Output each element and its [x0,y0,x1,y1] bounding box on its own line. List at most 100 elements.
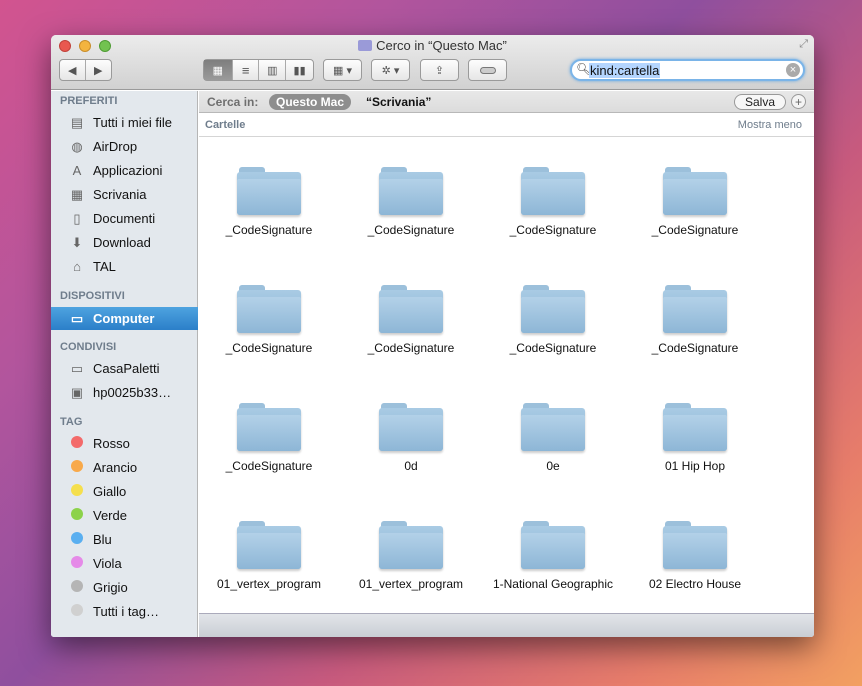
folder-item[interactable]: _CodeSignature [204,167,334,238]
folder-item[interactable]: 0d [346,403,476,474]
sidebar-item-label: Tutti i miei file [93,115,172,130]
forward-button[interactable]: ▶ [86,60,111,80]
sidebar-heading: CONDIVISI [60,341,117,353]
scope-label: Cerca in: [207,95,259,109]
folder-name: _CodeSignature [225,223,313,237]
scope-desktop[interactable]: “Scrivania” [366,95,431,109]
sidebar-item-label: CasaPaletti [93,361,160,376]
monitor-icon: ▣ [70,384,84,400]
sidebar-item[interactable]: ◍ AirDrop [51,135,198,158]
folder-item[interactable]: _CodeSignature [488,285,618,356]
folder-item[interactable]: 0e [488,403,618,474]
sidebar-item-label: Scrivania [93,187,147,202]
sidebar-item-label: Download [93,235,151,250]
search-input[interactable]: kind:cartella [589,63,661,78]
tag-color-icon [69,532,85,547]
sidebar-item[interactable]: Tutti i tag… [51,600,198,623]
sidebar-item[interactable]: Viola [51,552,198,575]
folder-icon [237,285,301,335]
icon-view-icon[interactable]: ▦ [204,60,233,80]
folder-item[interactable]: _CodeSignature [630,285,760,356]
sidebar-item-label: AirDrop [93,139,138,154]
folder-item[interactable]: _CodeSignature [204,285,334,356]
sidebar-item-label: Computer [93,311,155,326]
sidebar-item[interactable]: ▯ Documenti [51,207,198,230]
folder-icon [237,167,301,217]
folder-item[interactable]: _CodeSignature [630,167,760,238]
back-button[interactable]: ◀ [60,60,86,80]
tag-button[interactable] [468,59,507,81]
status-bar [199,613,814,637]
save-search-button[interactable]: Salva [733,94,786,110]
folder-icon [663,521,727,571]
folder-item[interactable]: 1-National Geographic [488,521,618,592]
column-view-icon[interactable]: ▥ [259,60,287,80]
scope-this-mac[interactable]: Questo Mac [269,94,352,110]
clear-search-icon[interactable]: × [786,63,800,77]
list-view-icon[interactable]: ≡ [233,60,260,80]
sidebar-item[interactable]: Blu [51,528,198,551]
folder-name: 0e [546,459,560,473]
fullscreen-icon[interactable]: ⤢ [799,38,808,51]
sidebar-item[interactable]: Grigio [51,576,198,599]
sidebar-item-label: Arancio [93,460,138,475]
tag-color-icon [69,580,85,595]
sidebar-item[interactable]: ▤ Tutti i miei file [51,111,198,134]
folder-icon [521,403,585,453]
show-less-link[interactable]: Mostra meno [738,119,802,131]
folder-name: 01_vertex_program [358,577,464,591]
sidebar-item[interactable]: ⌂ TAL [51,255,198,278]
sidebar-item[interactable]: Rosso [51,432,198,455]
sidebar-item[interactable]: ▦ Scrivania [51,183,198,206]
folder-item[interactable]: 01_vertex_program [346,521,476,592]
folder-icon [237,521,301,571]
search-field[interactable]: 🔍︎ kind:cartella × [570,59,805,81]
sidebar-heading: TAG [60,416,83,428]
sidebar-item[interactable]: ▣ hp0025b33… [51,381,198,404]
action-button[interactable]: ✲ ▾ [371,59,410,81]
folder-icon [663,285,727,335]
laptop-icon: ▭ [70,310,84,326]
folder-name: _CodeSignature [225,341,313,355]
folder-item[interactable]: _CodeSignature [346,285,476,356]
tag-color-icon [69,484,85,499]
tag-color-icon [69,604,85,619]
finder-window: Cerco in “Questo Mac” ⤢ ◀ ▶ ▦ ≡ ▥ ▮▮ ▦ ▾… [51,35,814,637]
sidebar-item-label: Rosso [93,436,130,451]
sidebar-item-label: Blu [93,532,112,547]
arrange-icon: ▦ ▾ [333,64,352,77]
sidebar-item[interactable]: Giallo [51,480,198,503]
sidebar-item[interactable]: Arancio [51,456,198,479]
folder-item[interactable]: 01 Hip Hop [630,403,760,474]
folder-name: _CodeSignature [509,341,597,355]
airdrop-icon: ◍ [71,138,83,154]
folder-icon [521,521,585,571]
folder-item[interactable]: _CodeSignature [346,167,476,238]
sidebar-item[interactable]: A Applicazioni [51,159,198,182]
folder-item[interactable]: 01_vertex_program [204,521,334,592]
sidebar-item[interactable]: ▭ CasaPaletti [51,357,198,380]
folder-name: _CodeSignature [225,459,313,473]
tag-icon [479,66,496,74]
folder-name: _CodeSignature [367,341,455,355]
share-button[interactable]: ⇪ [420,59,459,81]
folder-name: 02 Electro House [648,577,742,591]
sidebar-item-label: hp0025b33… [93,385,172,400]
folder-icon [237,403,301,453]
download-icon: ⬇ [71,234,83,250]
sidebar-item[interactable]: ▭ Computer [51,307,198,330]
coverflow-view-icon[interactable]: ▮▮ [286,60,313,80]
folder-item[interactable]: 02 Electro House [630,521,760,592]
arrange-button[interactable]: ▦ ▾ [323,59,362,81]
folder-icon [663,403,727,453]
folder-icon [379,521,443,571]
back-forward-buttons: ◀ ▶ [59,59,112,81]
folder-name: 0d [404,459,418,473]
sidebar-item[interactable]: ⬇ Download [51,231,198,254]
sidebar-item[interactable]: Verde [51,504,198,527]
add-criteria-button[interactable]: + [791,94,806,109]
folder-item[interactable]: _CodeSignature [204,403,334,474]
folder-item[interactable]: _CodeSignature [488,167,618,238]
sidebar-item-label: Applicazioni [93,163,163,178]
documents-icon: ▯ [73,210,81,226]
